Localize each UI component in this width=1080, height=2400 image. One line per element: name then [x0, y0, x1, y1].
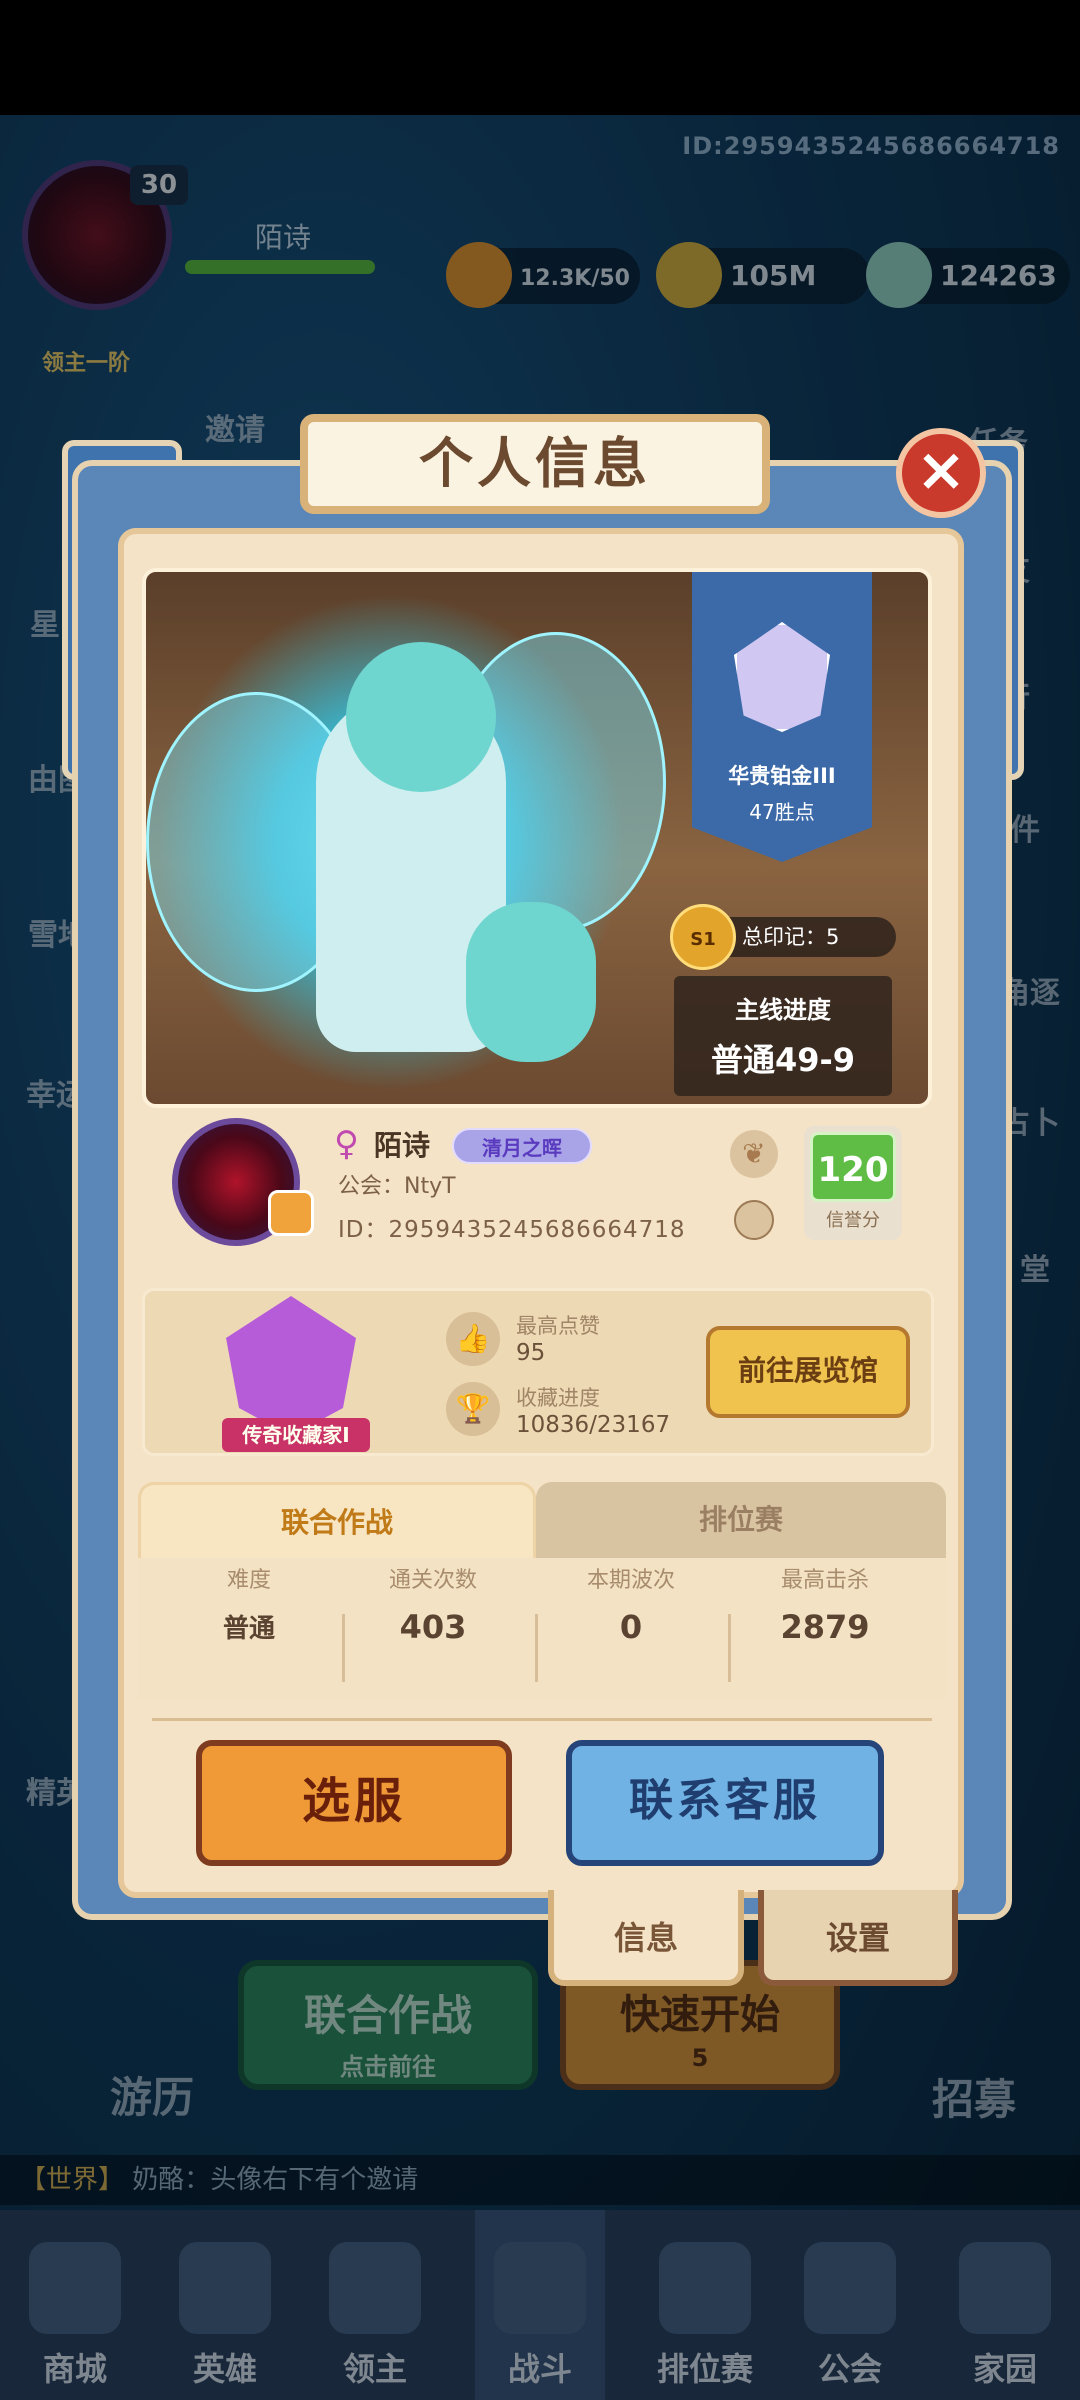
gallery-button[interactable]: 前往展览馆	[706, 1326, 910, 1418]
dialog-title: 个人信息	[300, 414, 770, 514]
select-server-button[interactable]: 选服	[196, 1740, 512, 1866]
header-waves: 本期波次	[586, 1568, 675, 1593]
mode-tabs: 联合作战 排位赛	[138, 1482, 946, 1558]
credit-score[interactable]: 120 信誉分	[804, 1126, 902, 1240]
credit-label: 信誉分	[826, 1210, 880, 1231]
cell-max-kills: 2879	[780, 1608, 870, 1646]
thumbs-up-icon: 👍	[446, 1312, 500, 1366]
column-divider	[342, 1614, 345, 1682]
profile-name: 陌诗	[374, 1129, 431, 1162]
column-divider	[728, 1614, 731, 1682]
season-badge[interactable]: S1	[670, 904, 736, 970]
cell-clears: 403	[399, 1608, 467, 1646]
guild-name: 公会：NtyT	[338, 1174, 456, 1199]
credit-value: 120	[810, 1132, 896, 1202]
tab-ranked[interactable]: 排位赛	[536, 1482, 946, 1558]
likes-label: 最高点赞	[516, 1314, 600, 1338]
swap-avatar-icon[interactable]	[268, 1190, 314, 1236]
contact-support-button[interactable]: 联系客服	[566, 1740, 884, 1866]
pet-figure	[466, 902, 596, 1062]
title-badge[interactable]: 清月之晖	[452, 1128, 592, 1164]
female-icon: ♀	[334, 1124, 359, 1164]
profile-id: ID：2959435245686664718	[338, 1217, 686, 1243]
header-clears: 通关次数	[388, 1568, 477, 1593]
column-divider	[535, 1614, 538, 1682]
header-max-kills: 最高击杀	[780, 1568, 869, 1593]
trophy-icon: 🏆	[446, 1382, 500, 1436]
collector-title: 传奇收藏家I	[222, 1418, 370, 1452]
close-button[interactable]: ×	[896, 428, 986, 518]
status-bar	[0, 0, 1080, 115]
cell-difficulty: 普通	[222, 1614, 275, 1644]
copy-icon[interactable]	[734, 1200, 774, 1240]
header-difficulty: 难度	[226, 1568, 271, 1593]
progress-title: 主线进度	[735, 996, 831, 1024]
collection-progress-value: 10836/23167	[516, 1412, 671, 1438]
main-progress: 主线进度 普通49-9	[674, 976, 892, 1096]
subtab-info[interactable]: 信息	[548, 1890, 744, 1986]
rank-points: 47胜点	[749, 800, 815, 824]
progress-value: 普通49-9	[710, 1041, 856, 1079]
cell-waves: 0	[619, 1608, 643, 1646]
hero-showcase: 华贵铂金III 47胜点 总印记：5 S1 主线进度 普通49-9	[142, 568, 932, 1108]
hero-head	[346, 642, 496, 792]
feather-icon[interactable]: ❦	[730, 1130, 778, 1178]
collection-progress-label: 收藏进度	[516, 1386, 600, 1410]
rank-name: 华贵铂金III	[728, 764, 836, 788]
tab-coop[interactable]: 联合作战	[138, 1482, 536, 1558]
subtab-settings[interactable]: 设置	[758, 1890, 958, 1986]
likes-value: 95	[516, 1340, 546, 1366]
section-divider	[152, 1718, 932, 1721]
